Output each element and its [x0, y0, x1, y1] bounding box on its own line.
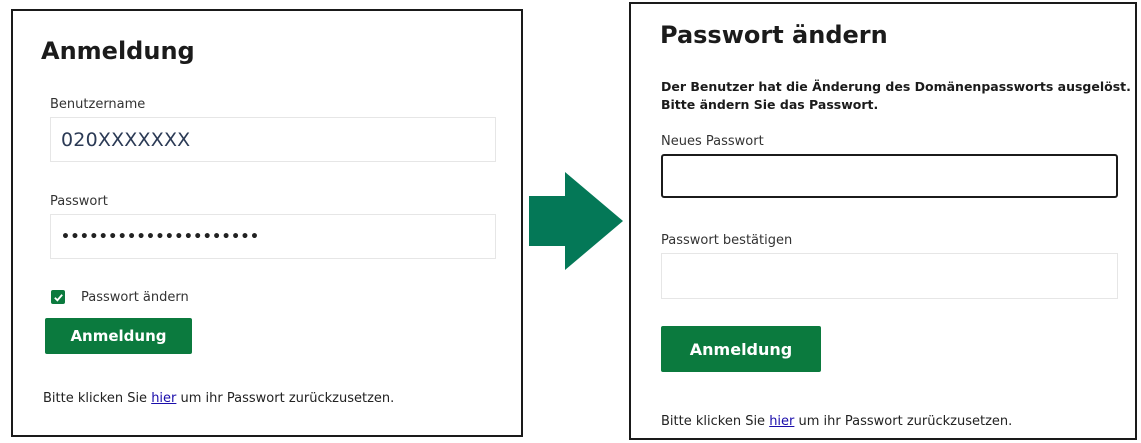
- username-input[interactable]: 020XXXXXXX: [50, 117, 496, 162]
- reset-prefix-right: Bitte klicken Sie: [661, 414, 770, 429]
- change-password-message: Der Benutzer hat die Änderung des Domäne…: [661, 78, 1131, 114]
- login-title: Anmeldung: [41, 37, 195, 65]
- new-password-label: Neues Passwort: [661, 134, 764, 149]
- change-password-panel: Passwort ändern Der Benutzer hat die Änd…: [629, 2, 1137, 440]
- change-password-submit-button[interactable]: Anmeldung: [661, 326, 821, 372]
- login-submit-button[interactable]: Anmeldung: [45, 318, 192, 354]
- change-password-checkbox-label[interactable]: Passwort ändern: [81, 290, 189, 305]
- confirm-password-label: Passwort bestätigen: [661, 233, 793, 248]
- reset-suffix-right: um ihr Passwort zurückzusetzen.: [794, 414, 1013, 429]
- reset-password-link-right[interactable]: hier: [769, 414, 794, 429]
- username-label: Benutzername: [50, 97, 146, 112]
- message-line-1: Der Benutzer hat die Änderung des Domäne…: [661, 79, 1131, 94]
- right-arrow-icon: [529, 172, 623, 270]
- checkmark-icon: [53, 293, 63, 302]
- new-password-input[interactable]: [661, 154, 1118, 198]
- reset-prefix: Bitte klicken Sie: [43, 391, 152, 406]
- reset-password-text-right: Bitte klicken Sie hier um ihr Passwort z…: [661, 414, 1012, 429]
- confirm-password-input[interactable]: [661, 253, 1118, 299]
- message-line-2: Bitte ändern Sie das Passwort.: [661, 97, 879, 112]
- reset-password-link[interactable]: hier: [151, 391, 176, 406]
- reset-suffix: um ihr Passwort zurückzusetzen.: [176, 391, 395, 406]
- change-password-title: Passwort ändern: [660, 21, 888, 49]
- username-value: 020XXXXXXX: [61, 128, 191, 151]
- change-password-checkbox[interactable]: [51, 290, 65, 304]
- reset-password-text: Bitte klicken Sie hier um ihr Passwort z…: [43, 391, 394, 406]
- password-value: •••••••••••••••••••••: [61, 228, 260, 245]
- password-label: Passwort: [50, 194, 108, 209]
- password-input[interactable]: •••••••••••••••••••••: [50, 214, 496, 259]
- login-panel: Anmeldung Benutzername 020XXXXXXX Passwo…: [11, 9, 523, 437]
